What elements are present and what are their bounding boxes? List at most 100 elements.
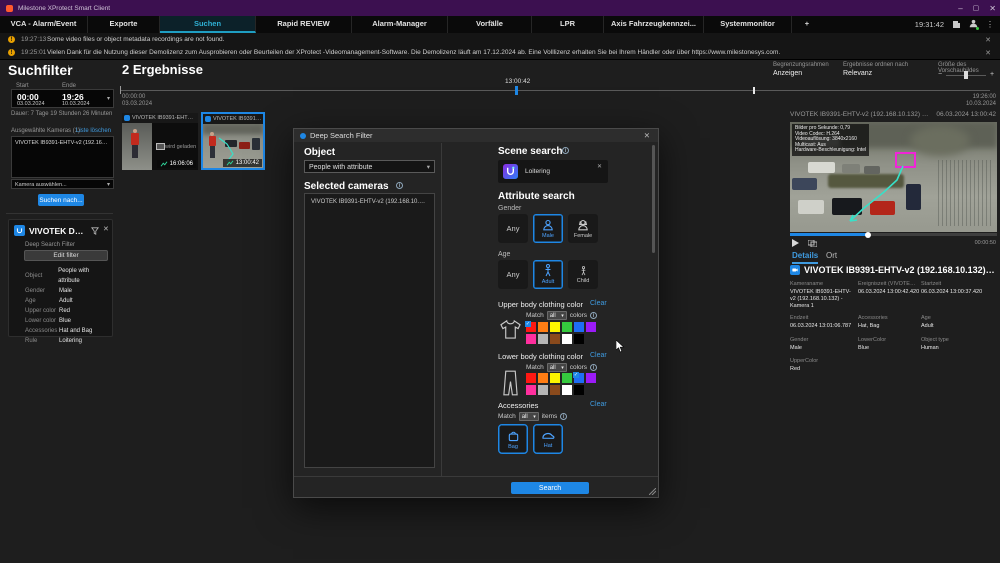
maximize-icon[interactable]: ▢ [973, 4, 980, 12]
field-label: Age [921, 315, 996, 321]
color-swatch-yellow[interactable] [550, 373, 560, 383]
age-child-button[interactable]: Child [568, 260, 598, 289]
camera-list-item[interactable]: VIVOTEK IB9391-EHTV-v2 (192.168.10.132) … [12, 137, 113, 149]
info-icon[interactable]: i [590, 312, 597, 319]
tab-alarm-manager[interactable]: Alarm-Manager [352, 16, 448, 33]
tab-add-button[interactable]: + [792, 16, 822, 33]
close-icon[interactable]: ✕ [103, 225, 109, 233]
object-dropdown[interactable]: People with attribute ▾ [304, 160, 435, 173]
timeline-start-tick [120, 86, 121, 94]
resize-grip[interactable] [649, 488, 656, 495]
export-status-icon[interactable] [952, 20, 961, 29]
color-swatch-pink[interactable] [526, 385, 536, 395]
user-profile-icon[interactable] [969, 19, 978, 30]
color-swatch-blue[interactable] [574, 322, 584, 332]
slider-handle[interactable] [964, 71, 968, 79]
color-swatch-yellow[interactable] [550, 322, 560, 332]
color-swatch-purple[interactable] [586, 373, 596, 383]
gender-male-button[interactable]: Male [533, 214, 563, 243]
playback-progress-bar[interactable] [790, 233, 997, 236]
color-swatch-purple[interactable] [586, 322, 596, 332]
edit-filter-button[interactable]: Edit filter [24, 250, 108, 261]
scene-chip: Loitering ✕ [498, 160, 608, 183]
color-swatch-orange[interactable] [538, 373, 548, 383]
remove-chip-icon[interactable]: ✕ [597, 163, 602, 170]
timeline-result-marker[interactable] [753, 87, 755, 94]
tab-details[interactable]: Details [792, 251, 818, 264]
minimize-icon[interactable]: – [958, 4, 962, 13]
color-swatch-brown[interactable] [550, 385, 560, 395]
accessory-bag-button[interactable]: Bag [498, 424, 528, 454]
frames-icon[interactable] [808, 240, 817, 247]
age-adult-button[interactable]: Adult [533, 260, 563, 289]
match-mode-dropdown[interactable]: all▾ [547, 311, 567, 320]
close-icon[interactable]: ✕ [989, 4, 996, 13]
info-icon[interactable]: i [396, 182, 403, 189]
tab-systemmonitor[interactable]: Systemmonitor [704, 16, 792, 33]
dialog-search-button[interactable]: Search [511, 482, 589, 494]
overflow-menu-icon[interactable]: ⋮ [986, 20, 994, 29]
color-swatch-orange[interactable] [538, 322, 548, 332]
info-icon[interactable]: i [562, 147, 569, 154]
results-timeline[interactable] [120, 90, 990, 91]
tab-vorfaelle[interactable]: Vorfälle [448, 16, 532, 33]
timeline-selected-marker[interactable] [515, 86, 518, 95]
info-icon[interactable]: i [590, 364, 597, 371]
color-swatch-blue[interactable]: ✓ [574, 373, 584, 383]
match-mode-dropdown[interactable]: all▾ [519, 412, 539, 421]
filter-menu-icon[interactable]: ⋮ [64, 64, 73, 75]
sort-dropdown[interactable]: Relevanz [843, 70, 872, 77]
color-swatch-white[interactable] [562, 385, 572, 395]
camera-list[interactable]: VIVOTEK IB9391-EHTV-v2 (192.168.10.132) … [11, 136, 114, 178]
dialog-titlebar[interactable]: Deep Search Filter ✕ [294, 129, 658, 142]
clear-accessories-link[interactable]: Clear [590, 401, 607, 408]
color-swatch-black[interactable] [574, 385, 584, 395]
clear-lower-link[interactable]: Clear [590, 352, 607, 359]
bounding-box-dropdown[interactable]: Anzeigen [773, 70, 802, 77]
dialog-scrollbar[interactable] [652, 145, 655, 253]
info-icon[interactable]: i [560, 413, 567, 420]
filter-icon[interactable] [91, 227, 99, 235]
color-swatch-red[interactable] [526, 373, 536, 383]
color-swatch-white[interactable] [562, 334, 572, 344]
match-mode-dropdown[interactable]: all▾ [547, 363, 567, 372]
age-any-button[interactable]: Any [498, 260, 528, 289]
color-swatch-gray[interactable] [538, 385, 548, 395]
tab-ort[interactable]: Ort [826, 251, 837, 260]
selected-camera-item[interactable]: VIVOTEK IB9391-EHTV-v2 (192.168.10.132) … [305, 194, 434, 210]
clear-upper-link[interactable]: Clear [590, 300, 607, 307]
play-icon[interactable] [792, 239, 799, 247]
clear-list-link[interactable]: Liste löschen [76, 128, 111, 134]
tab-lpr[interactable]: LPR [532, 16, 604, 33]
color-swatch-pink[interactable] [526, 334, 536, 344]
field-value: Human [921, 345, 996, 352]
progress-handle[interactable] [865, 232, 871, 238]
camera-select-dropdown[interactable]: Kamera auswählen... ▾ [11, 179, 114, 189]
color-swatch-red[interactable]: ✓ [526, 322, 536, 332]
video-preview[interactable]: Bilder pro Sekunde: 0,79 Video Codec: H.… [790, 122, 997, 232]
color-swatch-black[interactable] [574, 334, 584, 344]
color-swatch-gray[interactable] [538, 334, 548, 344]
search-for-button[interactable]: Suchen nach... [38, 194, 84, 206]
close-icon[interactable]: ✕ [985, 49, 991, 57]
color-swatch-green[interactable] [562, 373, 572, 383]
selected-cameras-list[interactable]: VIVOTEK IB9391-EHTV-v2 (192.168.10.132) … [304, 193, 435, 468]
color-swatch-green[interactable] [562, 322, 572, 332]
gender-any-button[interactable]: Any [498, 214, 528, 243]
close-icon[interactable]: ✕ [985, 36, 991, 44]
colors-word: colors [570, 364, 587, 371]
result-card-selected[interactable]: VIVOTEK IB9391-EHT... 13:00:42 [201, 112, 265, 170]
gender-female-button[interactable]: Female [568, 214, 598, 243]
color-swatch-brown[interactable] [550, 334, 560, 344]
result-card[interactable]: VIVOTEK IB9391-EHTV-v2... wird geladen 1… [122, 113, 198, 170]
time-range-picker[interactable]: 00:00 03.03.2024 19:26 10.03.2024 ▾ [11, 89, 114, 108]
zoom-out-icon[interactable]: − [938, 71, 942, 78]
accessory-hat-button[interactable]: Hat [533, 424, 563, 454]
zoom-in-icon[interactable]: + [990, 71, 994, 78]
tab-rapid-review[interactable]: Rapid REVIEW [256, 16, 352, 33]
tab-suchen[interactable]: Suchen [160, 16, 256, 33]
tab-axis-kennzeichen[interactable]: Axis Fahrzeugkennzei... [604, 16, 704, 33]
tab-vca-alarm-event[interactable]: VCA - Alarm/Event [0, 16, 88, 33]
close-icon[interactable]: ✕ [644, 131, 650, 140]
tab-exporte[interactable]: Exporte [88, 16, 160, 33]
